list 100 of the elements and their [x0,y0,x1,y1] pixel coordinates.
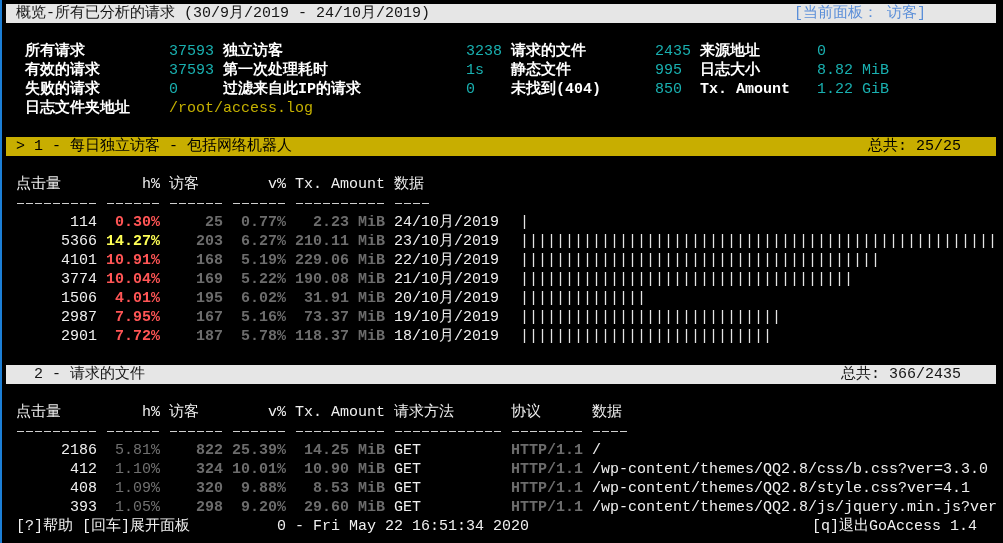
metric-label: 静态文件 [511,61,571,80]
table-cell: 10.01% [232,460,286,479]
metric-label: 日志大小 [700,61,760,80]
table-cell: 25.39% [232,441,286,460]
column-header: 访客 [169,403,200,422]
table-cell-text: GET [394,460,422,479]
table-cell-text: 822 [195,441,223,460]
table-cell-text: 167 [195,308,223,327]
table-cell-text: 23/10月/2019 [394,232,500,251]
table-cell-text: 169 [195,270,223,289]
column-header: v% [267,403,286,422]
panel-title: 2 - 请求的文件 [34,365,145,384]
table-cell-text: 25 [204,213,223,232]
table-cell-text: 412 [69,460,97,479]
table-cell-text: 2.23 MiB [312,213,385,232]
panel-total: 总共: 366/2435 [841,365,961,384]
metric-label: 有效的请求 [25,61,100,80]
column-header: Tx. Amount [295,403,385,422]
table-cell-text: 21/10月/2019 [394,270,500,289]
window-title: 概览-所有已分析的请求 (30/9月/2019 - 24/10月/2019) [16,4,431,23]
column-header: 数据 [394,175,425,194]
hits-graph-text: | [520,213,529,232]
metric-value: 3238 [466,42,502,61]
table-cell: HTTP/1.1 [511,479,583,498]
table-cell-text: 6.02% [240,289,286,308]
metric-value: 0 [817,42,826,61]
column-header: h% [141,403,160,422]
hits-graph-text: ||||||||||||||||||||||||||||||||||||||||||||||||||||| [520,232,998,251]
hits-graph-text: ||||||||||||||||||||||||||||||||||||| [520,270,854,289]
table-cell-text: 9.20% [240,498,286,517]
hits-graph-text: ||||||||||||||||||||||||||||| [520,308,782,327]
table-cell-text: 9.88% [240,479,286,498]
metric-value: 8.82 MiB [817,61,889,80]
table-cell-text: /wp-content/themes/QQ2.8/css/b.css?ver=3.3.0 [592,460,990,479]
table-cell-text: 168 [195,251,223,270]
table-cell-text: /wp-content/themes/QQ2.8/style.css?ver=4.1 [592,479,972,498]
metric-value: 0 [169,80,178,99]
metric-label: 第一次处理耗时 [223,61,328,80]
key-hint: [回车]展开面板 [82,517,191,536]
table-cell-text: 2987 [60,308,97,327]
table-cell-text: 1.10% [114,460,160,479]
metric-value: 37593 [169,42,214,61]
metric-value: 1s [466,61,484,80]
table-cell-text: 195 [195,289,223,308]
table-cell-text: 31.91 MiB [303,289,385,308]
column-header: v% [267,175,286,194]
table-cell-text: GET [394,441,422,460]
table-cell-text: 7.72% [114,327,160,346]
table-cell-text: 298 [195,498,223,517]
key-hint: [?]帮助 [16,517,73,536]
table-cell-text: 20/10月/2019 [394,289,500,308]
table-cell-text: 320 [195,479,223,498]
table-cell-text: 203 [195,232,223,251]
table-cell-text: 22/10月/2019 [394,251,500,270]
metric-value: 850 [655,80,682,99]
table-cell: 118.37 MiB [295,327,385,346]
table-cell: HTTP/1.1 [511,498,583,517]
status-timestamp: 0 - Fri May 22 16:51:34 2020 [277,517,530,536]
panel-title: 1 - 每日独立访客 - 包括网络机器人 [34,137,292,156]
table-cell-text: 5.22% [240,270,286,289]
panel-header[interactable]: 2 - 请求的文件 总共: 366/2435 [6,365,996,384]
table-cell-text: 24/10月/2019 [394,213,500,232]
table-cell-text: 5.78% [240,327,286,346]
column-header: 数据 [592,403,623,422]
table-cell: 10.04% [106,270,160,289]
table-cell-text: 7.95% [114,308,160,327]
hits-graph-text: |||||||||||||||||||||||||||||||||||||||| [520,251,881,270]
log-path-value: /root/access.log [169,99,314,118]
column-header: 点击量 [16,175,62,194]
table-cell-text: 1.09% [114,479,160,498]
table-cell-text: GET [394,479,422,498]
metric-value: 37593 [169,61,214,80]
table-cell-text: 6.27% [240,232,286,251]
metric-label: 独立访客 [223,42,283,61]
log-path-label: 日志文件夹地址 [25,99,130,118]
metric-value: 0 [466,80,475,99]
table-cell-text: 114 [69,213,97,232]
column-header: Tx. Amount [295,175,385,194]
table-cell-text: 5366 [60,232,97,251]
table-cell-text: 19/10月/2019 [394,308,500,327]
table-cell-text: 4.01% [114,289,160,308]
table-cell-text: 324 [195,460,223,479]
column-header: h% [141,175,160,194]
panel-header[interactable]: > 1 - 每日独立访客 - 包括网络机器人 总共: 25/25 [6,137,996,156]
metric-label: 请求的文件 [511,42,586,61]
selection-marker: > [16,138,25,155]
table-cell: HTTP/1.1 [511,460,583,479]
table-cell-text: GET [394,498,422,517]
metric-label: 所有请求 [25,42,85,61]
table-cell-text: 187 [195,327,223,346]
table-cell-text: / [592,441,602,460]
table-cell-text: 3774 [60,270,97,289]
column-header: 访客 [169,175,200,194]
table-cell: 10.91% [106,251,160,270]
table-cell-text: 1506 [60,289,97,308]
metric-value: 2435 [655,42,691,61]
table-cell-text: 2901 [60,327,97,346]
column-header: 点击量 [16,403,62,422]
panel-total: 总共: 25/25 [868,137,961,156]
column-header: 请求方法 [394,403,455,422]
